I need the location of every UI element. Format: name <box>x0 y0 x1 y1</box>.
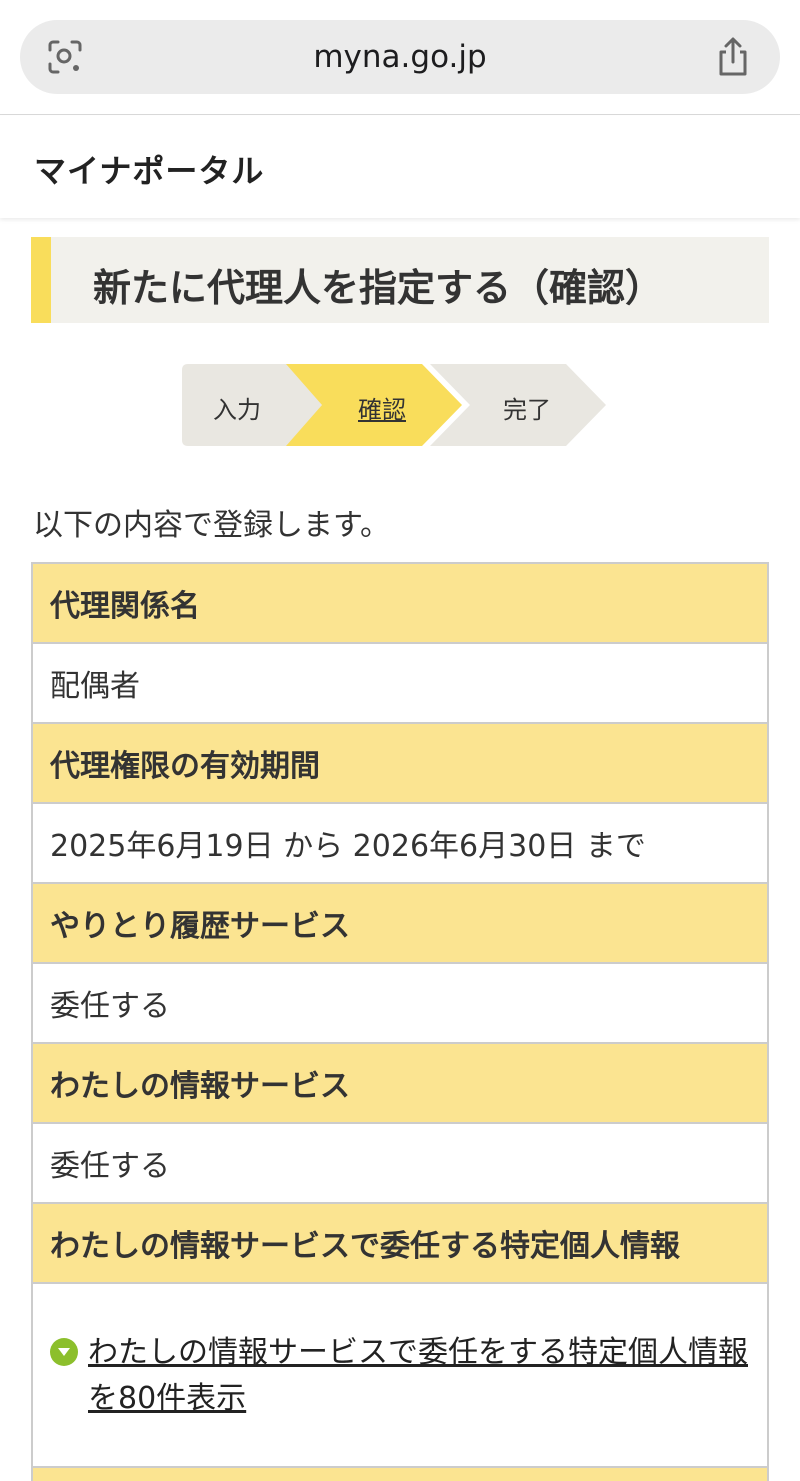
site-header: マイナポータル <box>0 116 800 218</box>
expand-link-item[interactable]: わたしの情報サービスで委任をする特定個人情報を80件表示 <box>50 1330 748 1422</box>
table-header-cell: 代理権限の有効期間 <box>33 724 767 804</box>
page-title: 新たに代理人を指定する（確認） <box>93 266 664 310</box>
site-title[interactable]: マイナポータル <box>34 146 264 192</box>
browser-toolbar: myna.go.jp <box>0 0 800 115</box>
table-header-cell: 代理関係名 <box>33 564 767 644</box>
step-complete: 完了 <box>503 396 551 424</box>
table-header-cell: わたしの情報サービスで委任する特定個人情報 <box>33 1204 767 1284</box>
page-heading: 新たに代理人を指定する（確認） <box>31 237 769 323</box>
expand-specific-info-link[interactable]: わたしの情報サービスで委任をする特定個人情報を80件表示 <box>88 1330 748 1422</box>
table-value-cell: 委任する <box>33 1124 767 1204</box>
table-value-cell: 2025年6月19日 から 2026年6月30日 まで <box>33 804 767 884</box>
table-header-cell: やりとり履歴サービス <box>33 884 767 964</box>
confirmation-table: 代理関係名 配偶者 代理権限の有効期間 2025年6月19日 から 2026年6… <box>31 562 769 1481</box>
share-icon[interactable] <box>714 36 752 78</box>
step-indicator: 入力 確認 完了 <box>182 364 612 446</box>
table-header-cell-partial <box>33 1468 767 1481</box>
table-value-cell: わたしの情報サービスで委任をする特定個人情報を80件表示 <box>33 1284 767 1468</box>
step-confirm: 確認 <box>358 396 406 424</box>
table-header-cell: わたしの情報サービス <box>33 1044 767 1124</box>
intro-text: 以下の内容で登録します。 <box>33 508 390 543</box>
step-input: 入力 <box>213 396 261 424</box>
address-bar[interactable]: myna.go.jp <box>20 20 780 94</box>
table-value-cell: 配偶者 <box>33 644 767 724</box>
table-value-cell: 委任する <box>33 964 767 1044</box>
chevron-down-circle-icon <box>50 1338 78 1366</box>
url-text[interactable]: myna.go.jp <box>20 20 780 94</box>
